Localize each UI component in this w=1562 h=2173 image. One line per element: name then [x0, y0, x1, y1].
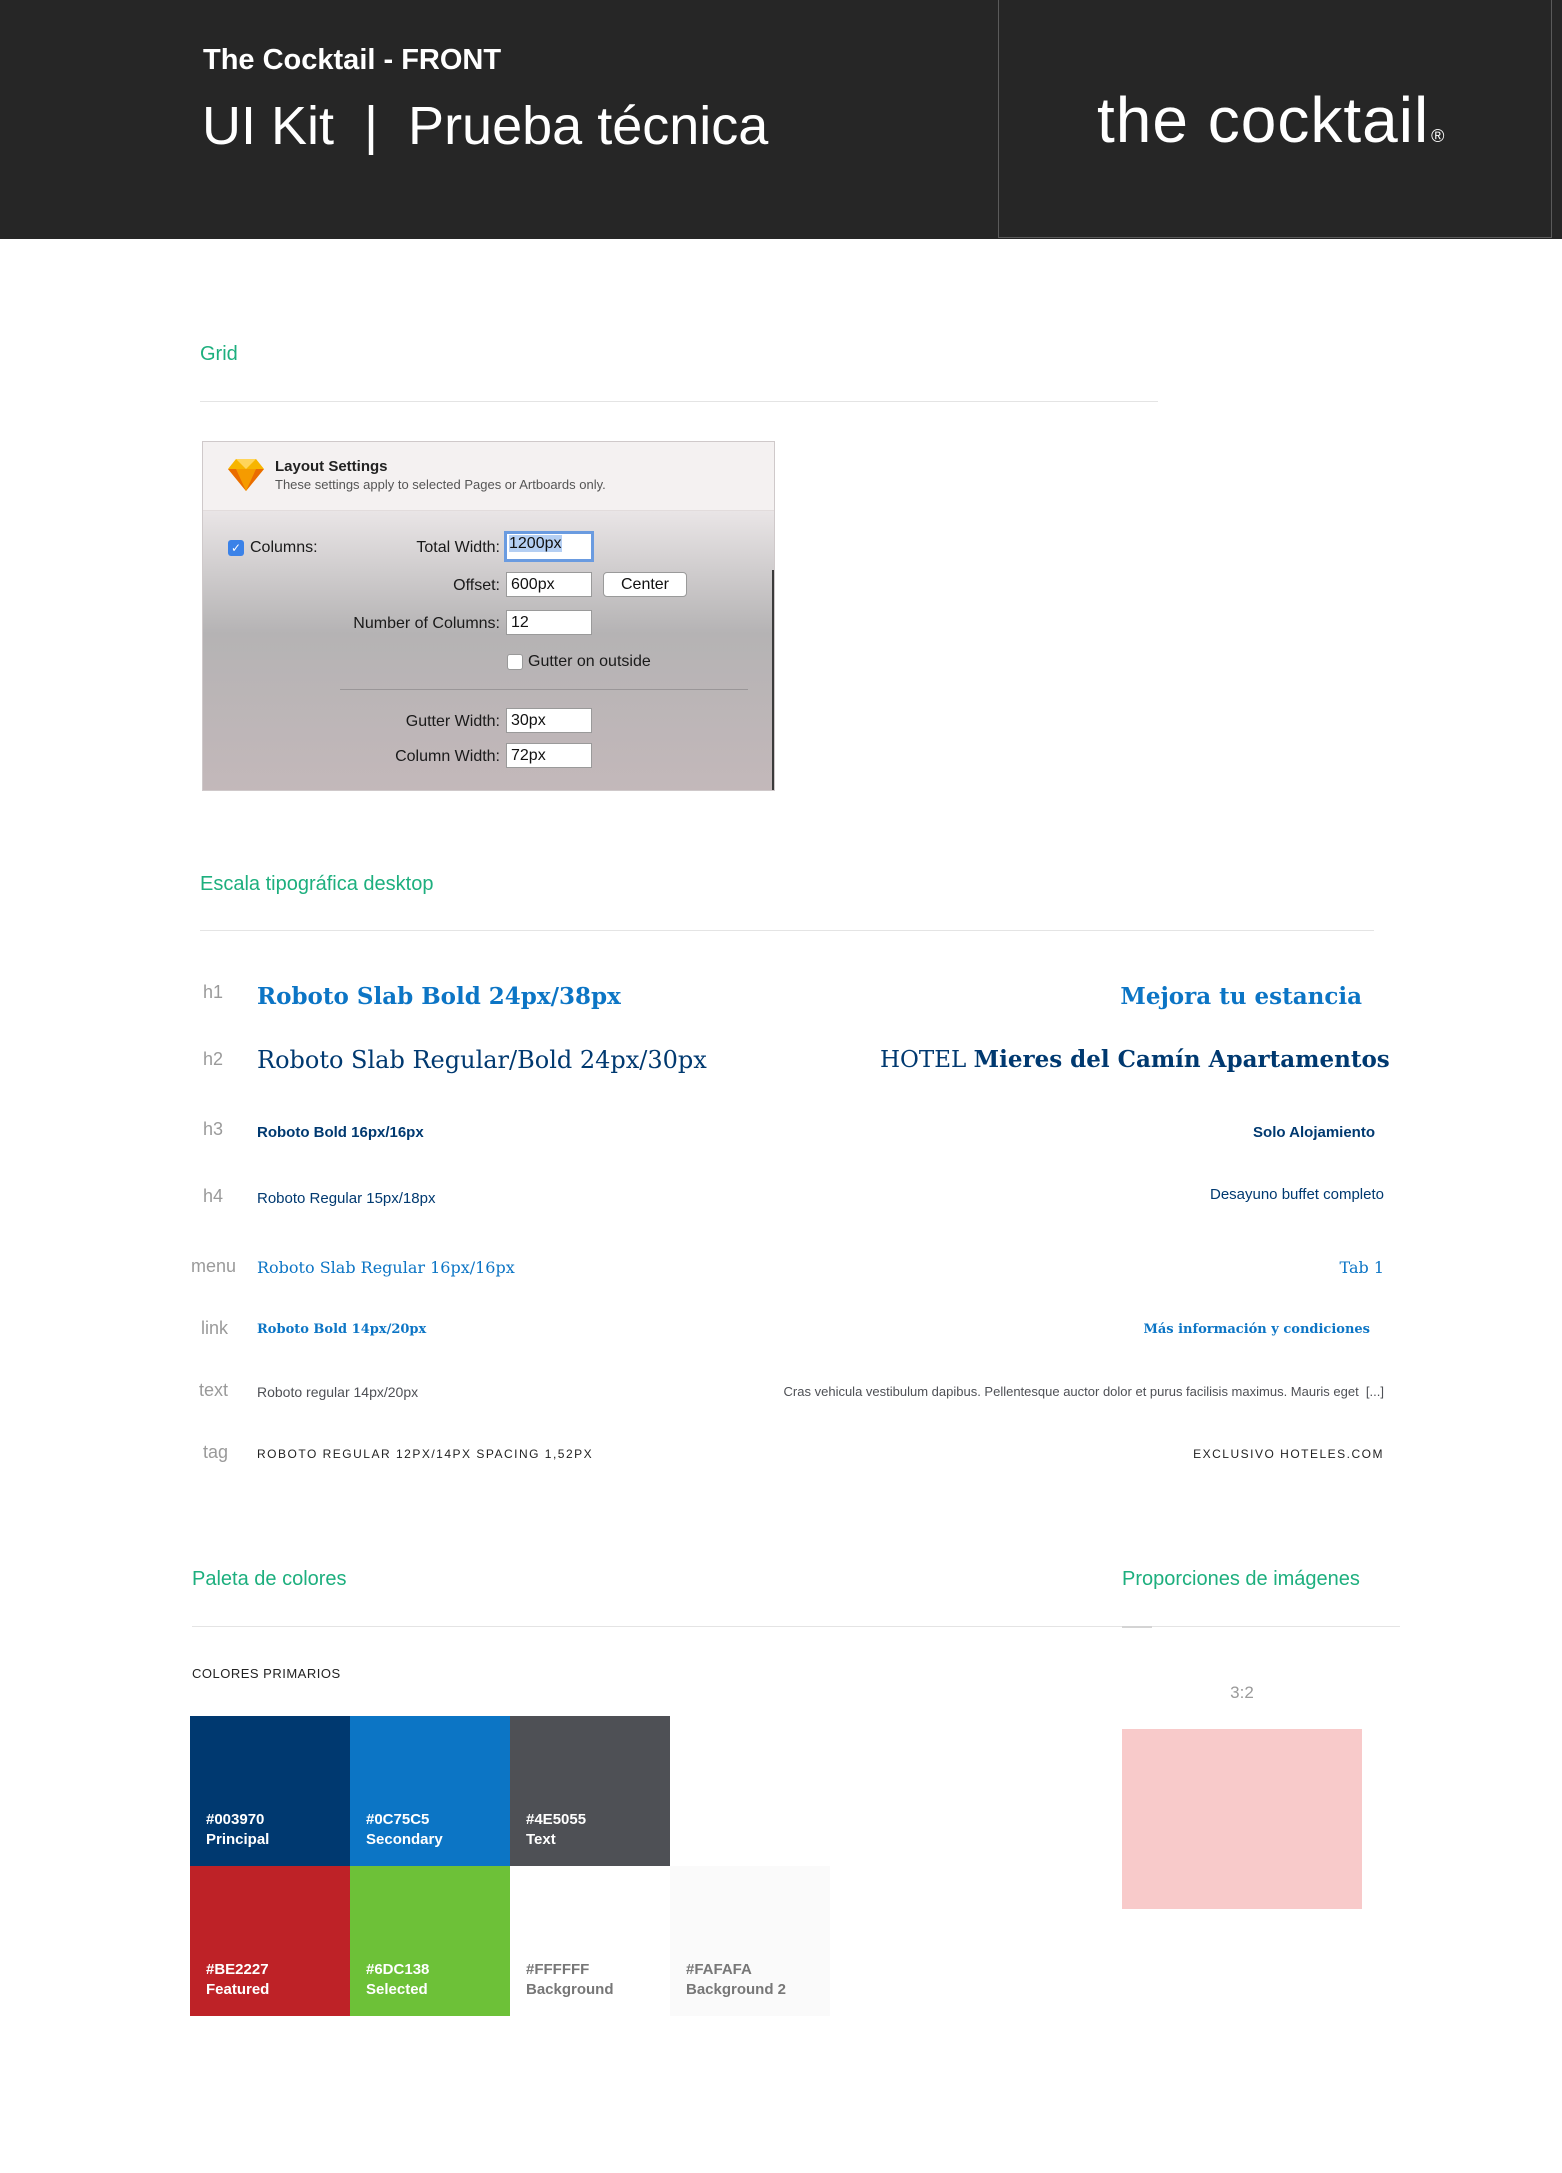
type-sample-menu[interactable]: Tab 1: [1200, 1258, 1384, 1277]
type-sample-link[interactable]: Más información y condiciones: [1050, 1322, 1370, 1337]
swatch-name: Principal: [206, 1831, 270, 1848]
header-title: UI Kit | Prueba técnica: [202, 96, 769, 156]
swatch-hex: #4E5055: [526, 1811, 587, 1828]
image-placeholder: [1122, 1729, 1362, 1909]
images-divider-mark: [1122, 1626, 1152, 1628]
swatch-selected: #6DC138 Selected: [350, 1866, 510, 2016]
brand-logo: the cocktail ®: [1097, 83, 1445, 157]
swatch-text: #4E5055 Text: [510, 1716, 670, 1866]
columns-checkbox[interactable]: ✓: [228, 540, 244, 556]
swatch-name: Text: [526, 1831, 556, 1848]
type-spec-tag: ROBOTO REGULAR 12PX/14PX SPACING 1,52PX: [257, 1447, 594, 1461]
type-spec-h1: Roboto Slab Bold 24px/38px: [257, 983, 621, 1010]
column-width-label: Column Width:: [395, 748, 500, 765]
panel-title: Layout Settings: [275, 458, 388, 475]
swatch-name: Background 2: [686, 1981, 787, 1998]
panel-subtitle: These settings apply to selected Pages o…: [275, 477, 606, 492]
panel-separator: [340, 689, 748, 690]
logo-text: the cocktail: [1097, 84, 1430, 156]
center-button[interactable]: Center: [603, 572, 687, 597]
number-of-columns-label: Number of Columns:: [353, 615, 500, 632]
swatch-background-2: #FAFAFA Background 2: [670, 1866, 830, 2016]
swatch-secondary: #0C75C5 Secondary: [350, 1716, 510, 1866]
swatch-name: Selected: [366, 1981, 428, 1998]
palette-divider: [192, 1626, 1400, 1627]
swatch-name: Featured: [206, 1981, 270, 1998]
type-tag-h4: h4: [202, 1186, 223, 1206]
type-sample-h2: HOTEL Mieres del Camín Apartamentos: [880, 1046, 1390, 1073]
swatch-hex: #003970: [206, 1811, 265, 1828]
swatch-background: #FFFFFF Background: [510, 1866, 670, 2016]
grid-divider: [200, 401, 1158, 402]
type-spec-h3: Roboto Bold 16px/16px: [257, 1124, 424, 1141]
typography-divider: [200, 930, 1374, 931]
section-title-typography: Escala tipográfica desktop: [200, 873, 434, 895]
type-sample-h3: Solo Alojamiento: [1253, 1124, 1375, 1141]
sketch-diamond-icon: [228, 459, 264, 491]
swatch-name: Secondary: [366, 1831, 443, 1848]
section-title-palette: Paleta de colores: [192, 1568, 347, 1590]
swatch-hex: #6DC138: [366, 1961, 430, 1978]
type-sample-h4: Desayuno buffet completo: [1209, 1186, 1384, 1203]
type-tag-text: text: [198, 1380, 228, 1400]
swatch-name: Background: [526, 1981, 614, 1998]
layout-settings-panel: Layout Settings These settings apply to …: [202, 441, 775, 791]
type-spec-link: Roboto Bold 14px/20px: [257, 1322, 427, 1337]
column-width-input[interactable]: 72px: [506, 743, 592, 768]
type-tag-tag: tag: [202, 1442, 228, 1462]
h2-sample-bold: Mieres del Camín Apartamentos: [973, 1046, 1390, 1073]
image-ratio-label: 3:2: [1230, 1683, 1254, 1702]
offset-label: Offset:: [453, 577, 500, 594]
type-tag-h3: h3: [202, 1119, 223, 1139]
gutter-width-label: Gutter Width:: [405, 713, 500, 730]
swatch-featured: #BE2227 Featured: [190, 1866, 350, 2016]
type-tag-h1: h1: [202, 982, 223, 1002]
h2-sample-regular: HOTEL: [880, 1047, 974, 1073]
palette-subtitle: COLORES PRIMARIOS: [192, 1666, 341, 1681]
offset-input[interactable]: 600px: [506, 572, 592, 597]
type-spec-menu: Roboto Slab Regular 16px/16px: [257, 1258, 515, 1277]
total-width-label: Total Width:: [416, 539, 500, 556]
swatch-principal: #003970 Principal: [190, 1716, 350, 1866]
registered-mark: ®: [1431, 126, 1446, 146]
total-width-input[interactable]: 1200px: [504, 531, 594, 562]
swatch-hex: #FAFAFA: [686, 1961, 752, 1978]
panel-edge-line: [772, 570, 774, 790]
gutter-outside-checkbox[interactable]: [507, 654, 523, 670]
type-spec-text: Roboto regular 14px/20px: [257, 1384, 419, 1400]
section-title-grid: Grid: [200, 343, 238, 365]
swatch-hex: #0C75C5: [366, 1811, 430, 1828]
header-subtitle: The Cocktail - FRONT: [203, 44, 502, 76]
gutter-width-input[interactable]: 30px: [506, 708, 592, 733]
type-sample-text: Cras vehicula vestibulum dapibus. Pellen…: [783, 1384, 1384, 1399]
type-spec-h4: Roboto Regular 15px/18px: [257, 1190, 436, 1207]
swatch-hex: #BE2227: [206, 1961, 269, 1978]
type-tag-menu: menu: [190, 1256, 236, 1276]
type-sample-h1: Mejora tu estancia: [1120, 983, 1362, 1010]
type-tag-h2: h2: [202, 1049, 223, 1069]
type-tag-link: link: [200, 1318, 228, 1338]
type-spec-h2: Roboto Slab Regular/Bold 24px/30px: [257, 1046, 707, 1074]
swatch-hex: #FFFFFF: [526, 1961, 590, 1978]
number-of-columns-input[interactable]: 12: [506, 610, 592, 635]
type-sample-tag: EXCLUSIVO HOTELES.COM: [1193, 1447, 1384, 1461]
section-title-images: Proporciones de imágenes: [1122, 1568, 1360, 1590]
gutter-outside-label: Gutter on outside: [528, 653, 651, 670]
